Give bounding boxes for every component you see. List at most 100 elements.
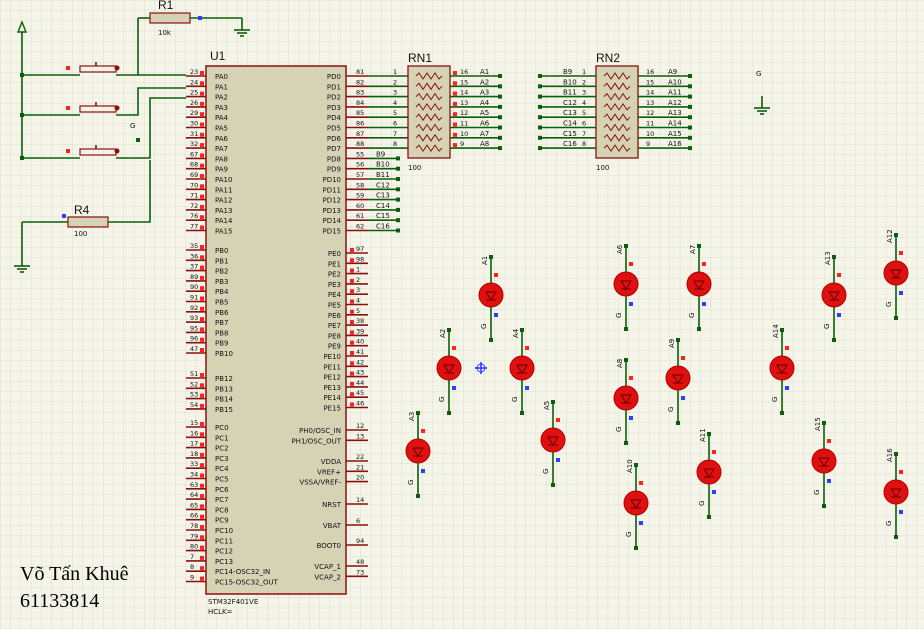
led-a6[interactable] — [613, 271, 639, 297]
pin-number-pd8: 55 — [356, 150, 364, 158]
pin-label-pe4: PE4 — [328, 291, 342, 299]
pin-state-marker — [200, 122, 204, 127]
pin-state-marker — [350, 402, 354, 407]
pin-state-marker — [494, 273, 498, 277]
pin-label-pc8: PC8 — [215, 506, 229, 514]
led-a7[interactable] — [686, 271, 712, 297]
pin-number-pe13: 44 — [356, 379, 364, 387]
net-label-c16: C16 — [563, 140, 577, 148]
pin-number-pa6: 31 — [190, 130, 198, 138]
pin-number-pe2: 1 — [356, 266, 360, 274]
pin-label-vcap2: VCAP_2 — [314, 573, 341, 581]
junction-dot — [676, 338, 680, 342]
pin-number-pd11: 58 — [356, 181, 364, 189]
net-label-a14: A14 — [668, 120, 682, 128]
junction-dot — [688, 74, 692, 78]
pin-state-marker — [200, 483, 204, 488]
led-a9[interactable] — [665, 365, 691, 391]
pin-label-pb8: PB8 — [215, 329, 228, 337]
pin-state-marker — [62, 214, 66, 218]
pin-label-pb15: PB15 — [215, 406, 233, 414]
author-id: 61133814 — [20, 590, 99, 612]
pin-state-marker — [200, 504, 204, 509]
pin-state-marker — [200, 204, 204, 209]
pin-state-marker — [681, 356, 685, 360]
pin-number-pa13: 72 — [190, 202, 198, 210]
pin-number-pc4: 33 — [190, 460, 198, 468]
rn2-pin-number: 12 — [646, 109, 654, 117]
pin-state-marker — [453, 112, 457, 117]
pin-number-pe3: 2 — [356, 276, 360, 284]
led-net-label-a16: A16 — [886, 448, 894, 462]
pin-label-pa5: PA5 — [215, 125, 228, 133]
pin-label-pb10: PB10 — [215, 350, 233, 358]
rn2-body[interactable] — [595, 65, 639, 159]
pin-state-marker — [200, 545, 204, 550]
led-a3[interactable] — [405, 438, 431, 464]
led-a16[interactable] — [883, 479, 909, 505]
pin-state-marker — [200, 163, 204, 168]
r1-body[interactable] — [149, 12, 191, 24]
pin-label-vdda: VDDA — [321, 458, 341, 466]
junction-dot — [894, 535, 898, 539]
pin-state-marker — [453, 71, 457, 75]
pin-label-pd10: PD10 — [322, 176, 341, 184]
pin-number-pd0: 81 — [356, 68, 364, 76]
rn1-pin-number: 15 — [460, 78, 468, 86]
led-a11[interactable] — [696, 459, 722, 485]
pin-label-pb4: PB4 — [215, 288, 229, 296]
r4-body[interactable] — [67, 216, 109, 228]
pin-label-pa6: PA6 — [215, 135, 229, 143]
pin-label-pe3: PE3 — [328, 281, 341, 289]
pin-number-pb5: 91 — [190, 294, 198, 302]
led-a14[interactable] — [769, 355, 795, 381]
junction-dot — [780, 411, 784, 415]
pin-state-marker — [198, 16, 202, 20]
rn1-body[interactable] — [407, 65, 451, 159]
pin-state-marker — [827, 479, 831, 483]
pin-state-marker — [702, 262, 706, 266]
pin-label-pb7: PB7 — [215, 319, 228, 327]
rn1-pin-number: 10 — [460, 130, 468, 138]
r1-value-label: 10k — [158, 29, 172, 37]
pin-state-marker — [200, 306, 204, 311]
pin-state-marker — [639, 521, 643, 525]
net-label-a11: A11 — [668, 89, 682, 97]
pin-number-pe15: 46 — [356, 400, 364, 408]
led-a10[interactable] — [623, 490, 649, 516]
junction-dot — [688, 104, 692, 109]
pin-label-pa14: PA14 — [215, 217, 233, 225]
led-a15[interactable] — [811, 448, 837, 474]
led-a13[interactable] — [821, 282, 847, 308]
pin-state-marker — [200, 132, 204, 137]
led-a2[interactable] — [436, 355, 462, 381]
led-a5[interactable] — [540, 427, 566, 453]
button-knob-icon — [114, 105, 120, 111]
pin-label-vssavref: VSSA/VREF- — [299, 479, 341, 487]
rn2-pin-number: 4 — [582, 99, 586, 107]
pin-state-marker — [200, 576, 204, 581]
led-a12[interactable] — [883, 260, 909, 286]
schematic-canvas[interactable]: U1 STM32F401VE HCLK= 23 PA0 24 PA1 25 PA2 26 PA3 29… — [0, 0, 924, 629]
net-label-a4: A4 — [480, 99, 490, 107]
pin-state-marker — [899, 470, 903, 474]
led-a1[interactable] — [478, 282, 504, 308]
pin-state-marker — [200, 317, 204, 322]
pin-state-marker — [200, 296, 204, 301]
rn1-pin-number: 13 — [460, 99, 468, 107]
pin-label-pe1: PE1 — [328, 260, 341, 268]
junction-dot — [396, 187, 400, 192]
pin-label-pe15: PE15 — [323, 405, 341, 413]
pin-state-marker — [200, 101, 204, 106]
schematic-svg[interactable]: U1STM32F401VEHCLK=23PA024PA125PA226PA329… — [0, 0, 924, 629]
pin-state-marker — [453, 143, 457, 148]
author-name: Võ Tấn Khuê — [20, 563, 129, 585]
pin-label-pc7: PC7 — [215, 496, 229, 504]
ground-label: G — [698, 501, 706, 506]
pin-label-pd2: PD2 — [327, 94, 341, 102]
pin-state-marker — [350, 371, 354, 376]
rn1-value-label: 100 — [408, 164, 421, 172]
led-a8[interactable] — [613, 385, 639, 411]
led-a4[interactable] — [509, 355, 535, 381]
pin-state-marker — [200, 442, 204, 447]
